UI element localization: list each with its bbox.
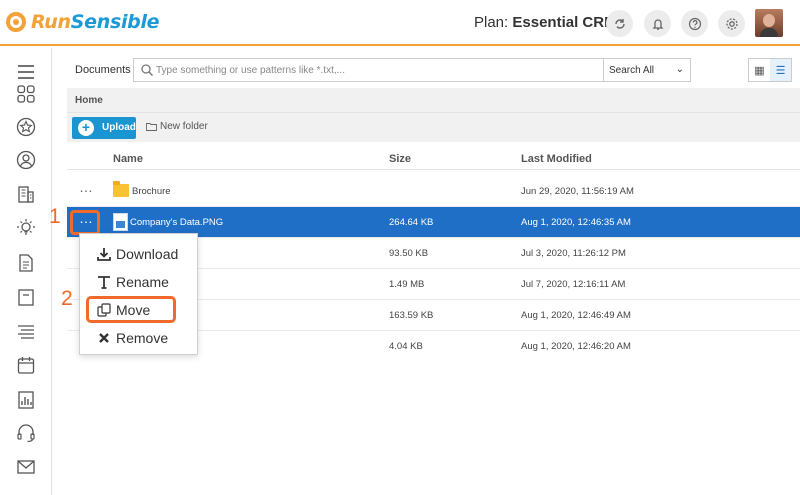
left-sidebar (0, 48, 52, 495)
calendar-icon[interactable] (16, 355, 36, 375)
chevron-down-icon: ⌄ (675, 64, 684, 75)
file-name: Company's Data.PNG (130, 217, 224, 228)
text-rename-icon (96, 274, 112, 290)
logo-text: RunSensible (31, 11, 160, 33)
search-scope-select[interactable]: Search All ⌄ (603, 58, 691, 82)
menu-item-download[interactable]: Download (80, 241, 199, 267)
mail-icon[interactable] (16, 457, 36, 477)
step2-callout: 2 (61, 287, 73, 310)
help-icon[interactable] (681, 10, 708, 37)
notification-bell-icon[interactable] (644, 10, 671, 37)
documents-icon[interactable] (16, 253, 36, 273)
dashboard-icon[interactable] (16, 84, 36, 104)
upload-button[interactable]: + Upload (72, 117, 136, 139)
file-size: 163.59 KB (389, 310, 434, 321)
star-icon[interactable] (16, 117, 36, 137)
section-title: Documents (75, 64, 131, 76)
folder-icon (113, 181, 129, 197)
settings-gear-icon[interactable] (718, 10, 745, 37)
plan-indicator: Plan: Essential CRM (474, 14, 617, 31)
support-headset-icon[interactable] (16, 423, 36, 443)
file-modified: Jul 7, 2020, 12:16:11 AM (521, 279, 626, 290)
archive-icon[interactable] (16, 287, 36, 307)
action-bar: + Upload New folder (67, 112, 800, 142)
companies-icon[interactable] (16, 184, 36, 204)
file-modified: Aug 1, 2020, 12:46:35 AM (521, 217, 631, 228)
table-row[interactable]: … Brochure Jun 29, 2020, 11:56:19 AM (67, 176, 800, 207)
row-context-menu: Download Rename Move Remove (79, 233, 198, 355)
file-modified: Jun 29, 2020, 11:56:19 AM (521, 186, 634, 197)
step1-highlight (70, 210, 100, 235)
column-header-name[interactable]: Name (113, 153, 143, 165)
top-bar: RunSensible Plan: Essential CRM (0, 0, 800, 46)
plus-icon: + (78, 120, 94, 136)
logo-mark-icon (6, 12, 26, 32)
search-input[interactable] (156, 62, 661, 79)
search-row: Documents Search All ⌄ ▦ ☰ (67, 58, 800, 82)
menu-item-rename[interactable]: Rename (80, 269, 199, 295)
reports-icon[interactable] (16, 390, 36, 410)
close-icon (96, 330, 112, 346)
breadcrumb-home[interactable]: Home (75, 95, 103, 106)
file-size: 4.04 KB (389, 341, 423, 352)
menu-item-remove[interactable]: Remove (80, 325, 199, 351)
file-size: 1.49 MB (389, 279, 425, 290)
search-icon (141, 64, 153, 76)
list-icon[interactable] (16, 322, 36, 342)
hamburger-menu-icon[interactable] (16, 62, 36, 82)
new-folder-button[interactable]: New folder (146, 121, 208, 132)
image-file-icon (113, 213, 128, 231)
file-modified: Jul 3, 2020, 11:26:12 PM (521, 248, 626, 259)
folder-outline-icon (146, 123, 157, 131)
plan-value: Essential CRM (512, 14, 617, 31)
user-avatar[interactable] (755, 9, 783, 37)
contacts-icon[interactable] (16, 150, 36, 170)
column-header-modified[interactable]: Last Modified (521, 153, 592, 165)
brand-logo[interactable]: RunSensible (6, 11, 160, 33)
view-toggle: ▦ ☰ (748, 58, 792, 82)
step2-highlight (86, 296, 176, 323)
search-field[interactable] (133, 58, 671, 82)
download-icon (96, 246, 112, 262)
row-actions-icon[interactable]: … (79, 180, 94, 194)
file-size: 93.50 KB (389, 248, 429, 259)
breadcrumb: Home (67, 88, 800, 112)
list-view-icon[interactable]: ☰ (770, 59, 791, 81)
sync-icon[interactable] (606, 10, 633, 37)
file-name: Brochure (132, 186, 171, 197)
table-header: Name Size Last Modified (67, 148, 800, 170)
app-root: RunSensible Plan: Essential CRM Document… (0, 0, 800, 495)
grid-view-icon[interactable]: ▦ (749, 59, 770, 81)
file-size: 264.64 KB (389, 217, 434, 228)
column-header-size[interactable]: Size (389, 153, 411, 165)
file-modified: Aug 1, 2020, 12:46:20 AM (521, 341, 631, 352)
step1-callout: 1 (49, 205, 61, 228)
file-modified: Aug 1, 2020, 12:46:49 AM (521, 310, 631, 321)
ideas-lightbulb-icon[interactable] (16, 218, 36, 238)
